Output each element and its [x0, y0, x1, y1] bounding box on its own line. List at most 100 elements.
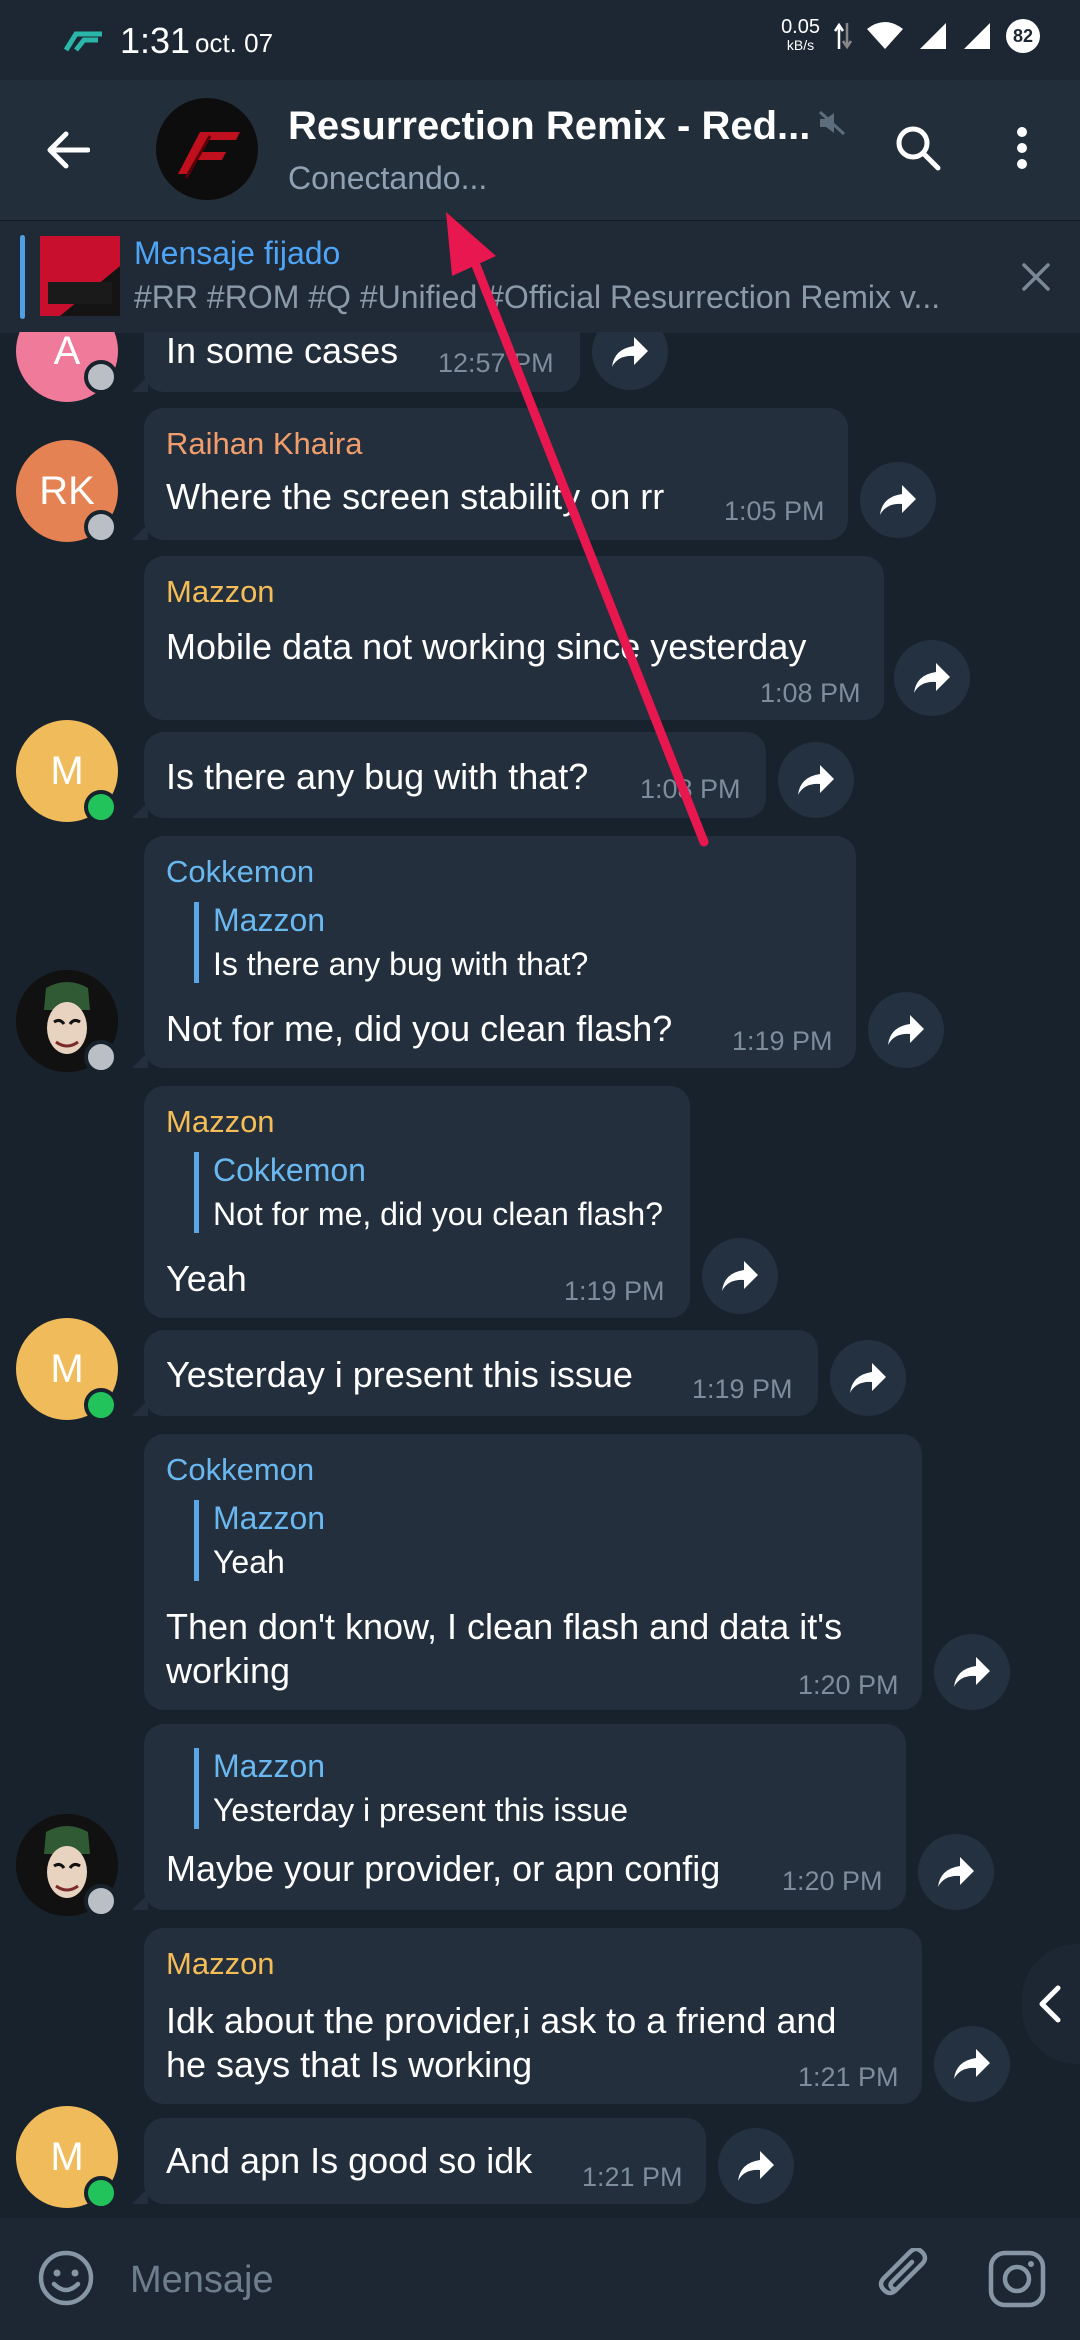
forward-button[interactable] [592, 332, 668, 390]
sender-name: Mazzon [166, 1946, 275, 1981]
status-dot [84, 1884, 118, 1918]
forward-button[interactable] [868, 992, 944, 1068]
status-dot [84, 790, 118, 824]
app-logo-icon [63, 31, 102, 52]
message-time: 1:21 PM [798, 2062, 899, 2092]
sender-name: Raihan Khaira [166, 426, 363, 461]
chat-header: Resurrection Remix - Red... Conectando..… [0, 80, 1080, 220]
message-bubble[interactable]: In some cases 12:57 PM [132, 332, 580, 392]
message-text: Yesterday i present this issue [166, 1354, 633, 1395]
message-text-line2: working [166, 1650, 291, 1691]
message-text: In some cases [166, 332, 399, 371]
message-bubble[interactable]: Cokkemon Mazzon Yeah Then don't know, I … [144, 1434, 922, 1710]
reply-quote[interactable]: Mazzon Is there any bug with that? [194, 902, 588, 983]
forward-button[interactable] [830, 1340, 906, 1416]
avatar-initials: M [50, 748, 84, 793]
message-bubble[interactable]: Mazzon Mobile data not working since yes… [144, 556, 884, 720]
message-text: Maybe your provider, or apn config [166, 1848, 721, 1889]
bubble-tail [132, 1052, 148, 1068]
pinned-indicator [20, 235, 25, 319]
forward-button[interactable] [934, 2026, 1010, 2102]
network-speed: 0.05 kB/s [781, 17, 820, 54]
sender-name: Mazzon [166, 574, 275, 609]
forward-button[interactable] [778, 742, 854, 818]
forward-button[interactable] [860, 462, 936, 538]
avatar-initials: A [53, 332, 81, 373]
forward-arrow-icon [880, 485, 916, 515]
message-time: 1:20 PM [798, 1670, 899, 1700]
sender-name: Cokkemon [166, 854, 315, 889]
message-bubble[interactable]: Cokkemon Mazzon Is there any bug with th… [132, 836, 856, 1068]
reply-text: Yesterday i present this issue [213, 1792, 629, 1828]
reply-quote[interactable]: Mazzon Yesterday i present this issue [194, 1748, 628, 1829]
message-bubble[interactable]: Mazzon Cokkemon Not for me, did you clea… [144, 1086, 690, 1318]
message-bubble[interactable]: Yesterday i present this issue 1:19 PM [132, 1330, 818, 1416]
message-bubble[interactable]: Raihan Khaira Where the screen stability… [132, 408, 848, 540]
camera-icon[interactable] [986, 2248, 1048, 2310]
message-bubble[interactable]: And apn Is good so idk 1:21 PM [132, 2118, 706, 2204]
bubble-tail [132, 802, 148, 818]
message-composer [0, 2218, 1080, 2340]
forward-arrow-icon [888, 1015, 924, 1045]
reply-text: Yeah [213, 1544, 285, 1580]
reply-text: Not for me, did you clean flash? [213, 1196, 664, 1232]
message-time: 1:20 PM [782, 1866, 883, 1896]
message-bubble[interactable]: Is there any bug with that? 1:08 PM [132, 732, 766, 818]
pinned-text: #RR #ROM #Q #Unified #Official Resurrect… [134, 279, 941, 315]
rr-logo-icon [178, 132, 240, 179]
reply-sender: Mazzon [213, 902, 326, 938]
bubble-tail [132, 524, 148, 540]
forward-button[interactable] [894, 640, 970, 716]
close-icon[interactable] [1016, 257, 1056, 297]
message-time: 1:19 PM [564, 1276, 665, 1306]
message-list[interactable]: A In some cases 12:57 PM RK Raihan Khair… [0, 332, 1080, 2218]
message-text-line1: Idk about the provider,i ask to a friend… [166, 2000, 837, 2041]
more-options-button[interactable] [992, 116, 1052, 180]
muted-speaker-icon [818, 110, 846, 136]
sender-name: Cokkemon [166, 1452, 315, 1487]
forward-button[interactable] [918, 1834, 994, 1910]
message-text-line1: Then don't know, I clean flash and data … [166, 1606, 843, 1647]
reply-quote[interactable]: Cokkemon Not for me, did you clean flash… [194, 1152, 663, 1233]
data-transfer-icon [834, 22, 852, 50]
chat-avatar[interactable] [156, 98, 258, 200]
search-icon [896, 126, 941, 171]
paperclip-icon[interactable] [874, 2248, 936, 2310]
message-input[interactable] [128, 2246, 832, 2314]
message-text-line2: he says that Is working [166, 2044, 533, 2085]
message-text: Is there any bug with that? [166, 756, 589, 797]
message-time: 1:08 PM [760, 678, 861, 708]
forward-arrow-icon [914, 663, 950, 693]
chat-title[interactable]: Resurrection Remix - Red... [288, 104, 810, 149]
status-dot [84, 360, 118, 394]
forward-button[interactable] [934, 1634, 1010, 1710]
message-bubble[interactable]: Mazzon Yesterday i present this issue Ma… [132, 1724, 906, 1910]
message-text: Not for me, did you clean flash? [166, 1008, 673, 1049]
back-button[interactable] [40, 122, 96, 178]
avatar-initials: RK [39, 468, 95, 513]
back-arrow-icon [47, 131, 90, 169]
forward-arrow-icon [850, 1363, 886, 1393]
status-bar: 1:31 oct. 07 0.05 kB/s 82 [0, 0, 1080, 80]
forward-button[interactable] [702, 1238, 778, 1314]
forward-arrow-icon [954, 2049, 990, 2079]
more-vertical-icon [1017, 127, 1027, 169]
forward-button[interactable] [718, 2128, 794, 2204]
pinned-thumbnail-image [40, 236, 120, 316]
message-time: 1:19 PM [732, 1026, 833, 1056]
message-bubble[interactable]: Mazzon Idk about the provider,i ask to a… [144, 1928, 922, 2104]
status-dot [84, 2176, 118, 2210]
signal-icon-2 [964, 23, 990, 49]
avatar-initials: M [50, 2134, 84, 2179]
message-text: And apn Is good so idk [166, 2140, 533, 2181]
chat-status: Conectando... [288, 160, 488, 196]
forward-arrow-icon [612, 337, 648, 367]
pinned-message-bar[interactable]: Mensaje fijado #RR #ROM #Q #Unified #Off… [0, 220, 1080, 333]
reply-sender: Mazzon [213, 1500, 326, 1536]
search-button[interactable] [886, 116, 950, 180]
message-text: Mobile data not working since yesterday [166, 626, 807, 667]
emoji-icon[interactable] [36, 2248, 96, 2308]
chevron-left-icon [1039, 1985, 1061, 2023]
message-time: 1:05 PM [724, 496, 825, 526]
reply-quote[interactable]: Mazzon Yeah [194, 1500, 325, 1581]
